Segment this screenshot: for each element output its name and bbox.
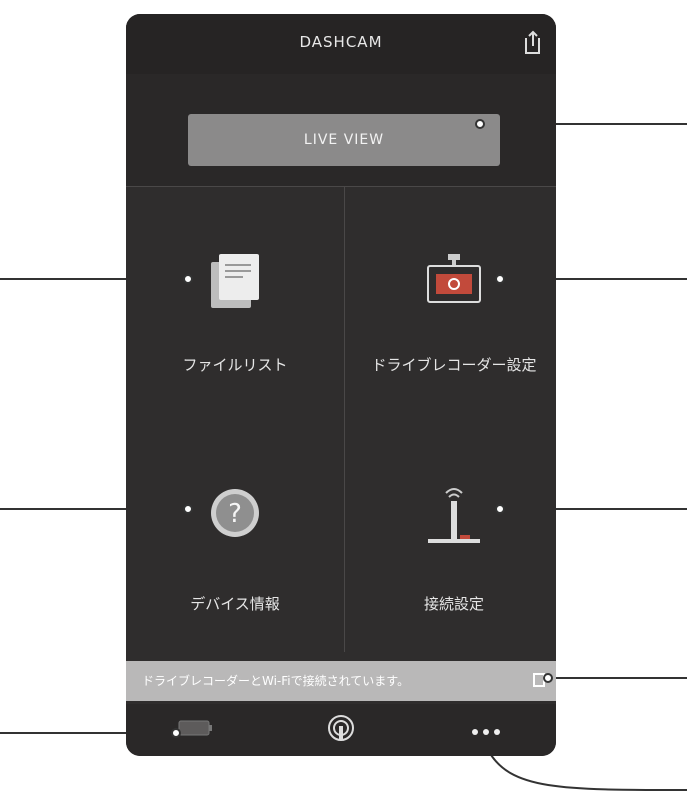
callout-dot-recorder (495, 274, 505, 284)
notice-text: ドライブレコーダーとWi-Fiで接続されています。 (142, 674, 410, 688)
app-title: DASHCAM (299, 33, 383, 51)
callout-dot-live (475, 119, 485, 129)
live-view-section: LIVE VIEW (126, 74, 556, 187)
wifi-router-icon (424, 483, 484, 551)
share-icon[interactable] (522, 28, 544, 56)
callout-dot-notice (543, 673, 553, 683)
network-settings-label: 接続設定 (423, 595, 484, 613)
app-header: DASHCAM (126, 14, 556, 75)
recorder-settings-label: ドライブレコーダー設定 (371, 356, 537, 374)
menu-network-settings[interactable]: 接続設定 (345, 425, 556, 658)
connection-notice: ドライブレコーダーとWi-Fiで接続されています。 (126, 661, 556, 701)
svg-text:?: ? (228, 499, 242, 529)
wifi-connect-icon (327, 714, 355, 746)
live-view-label: LIVE VIEW (303, 132, 385, 148)
device-info-label: デバイス情報 (190, 595, 280, 613)
file-list-icon (207, 252, 263, 316)
battery-icon (178, 720, 214, 740)
question-icon: ? (209, 487, 261, 543)
callout-dot-battery (171, 728, 181, 738)
live-view-button[interactable]: LIVE VIEW (188, 114, 500, 166)
tab-connect[interactable] (311, 704, 371, 756)
callout-dot-file-list (183, 274, 193, 284)
menu-device-info[interactable]: ? デバイス情報 (126, 425, 344, 658)
file-list-label: ファイルリスト (182, 356, 288, 374)
phone-screen: DASHCAM LIVE VIEW ファイルリスト ドライブレコーダー設定 ? … (126, 14, 556, 756)
more-dots-icon (471, 721, 501, 740)
menu-file-list[interactable]: ファイルリスト (126, 192, 344, 425)
menu-recorder-settings[interactable]: ドライブレコーダー設定 (345, 192, 556, 425)
callout-dot-device (183, 504, 193, 514)
tab-more[interactable] (456, 704, 516, 756)
dashcam-settings-icon (424, 254, 484, 310)
callout-dot-network (495, 504, 505, 514)
tab-bar (126, 704, 556, 756)
